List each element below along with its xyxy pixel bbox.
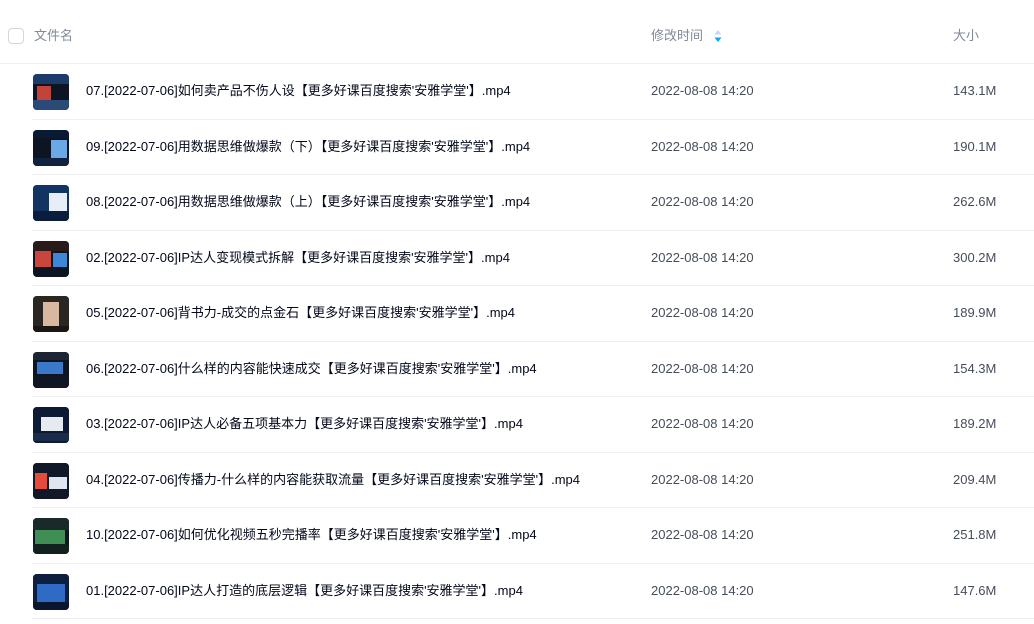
file-name[interactable]: 01.[2022-07-06]IP达人打造的底层逻辑【更多好课百度搜索'安雅学堂…: [86, 582, 523, 600]
file-modified-time: 2022-08-08 14:20: [651, 249, 754, 265]
file-modified-time: 2022-08-08 14:20: [651, 471, 754, 487]
file-size: 189.9M: [953, 305, 997, 320]
file-row[interactable]: 10.[2022-07-06]如何优化视频五秒完播率【更多好课百度搜索'安雅学堂…: [32, 508, 1034, 564]
file-size: 147.6M: [953, 582, 997, 598]
file-modified-time: 2022-08-08 14:20: [651, 582, 754, 598]
file-modified-time: 2022-08-08 14:20: [651, 360, 754, 376]
file-modified-time: 2022-08-08 14:20: [651, 305, 754, 320]
column-header-name[interactable]: 文件名: [34, 27, 73, 45]
select-all-checkbox[interactable]: [8, 28, 24, 44]
file-name[interactable]: 06.[2022-07-06]什么样的内容能快速成交【更多好课百度搜索'安雅学堂…: [86, 360, 537, 378]
file-size: 143.1M: [953, 83, 997, 98]
file-size: 154.3M: [953, 360, 997, 376]
file-size: 300.2M: [953, 249, 997, 265]
video-thumbnail-icon: [33, 407, 69, 443]
sort-desc-icon[interactable]: [713, 28, 723, 44]
file-name[interactable]: 08.[2022-07-06]用数据思维做爆款（上）【更多好课百度搜索'安雅学堂…: [86, 193, 530, 211]
file-row[interactable]: 01.[2022-07-06]IP达人打造的底层逻辑【更多好课百度搜索'安雅学堂…: [32, 564, 1034, 619]
file-size: 251.8M: [953, 527, 997, 542]
file-modified-time: 2022-08-08 14:20: [651, 416, 754, 431]
file-list: 文件名 修改时间 大小 07.[2022-07-06]如何卖产品不伤人设【更多好…: [0, 0, 1034, 624]
file-size: 190.1M: [953, 138, 997, 154]
list-header: 文件名 修改时间 大小: [0, 0, 1034, 64]
file-modified-time: 2022-08-08 14:20: [651, 83, 754, 98]
column-header-size[interactable]: 大小: [953, 27, 979, 45]
file-name[interactable]: 03.[2022-07-06]IP达人必备五项基本力【更多好课百度搜索'安雅学堂…: [86, 415, 523, 433]
file-name[interactable]: 10.[2022-07-06]如何优化视频五秒完播率【更多好课百度搜索'安雅学堂…: [86, 526, 537, 544]
video-thumbnail-icon: [33, 185, 69, 221]
file-modified-time: 2022-08-08 14:20: [651, 194, 754, 209]
file-size: 189.2M: [953, 416, 997, 431]
file-row[interactable]: 04.[2022-07-06]传播力-什么样的内容能获取流量【更多好课百度搜索'…: [32, 453, 1034, 508]
file-row[interactable]: 09.[2022-07-06]用数据思维做爆款（下）【更多好课百度搜索'安雅学堂…: [32, 120, 1034, 175]
video-thumbnail-icon: [33, 573, 69, 610]
file-row[interactable]: 03.[2022-07-06]IP达人必备五项基本力【更多好课百度搜索'安雅学堂…: [32, 397, 1034, 453]
video-thumbnail-icon: [33, 74, 69, 110]
file-row[interactable]: 08.[2022-07-06]用数据思维做爆款（上）【更多好课百度搜索'安雅学堂…: [32, 175, 1034, 231]
file-row[interactable]: 07.[2022-07-06]如何卖产品不伤人设【更多好课百度搜索'安雅学堂'】…: [32, 64, 1034, 120]
video-thumbnail-icon: [33, 462, 69, 499]
file-name[interactable]: 05.[2022-07-06]背书力-成交的点金石【更多好课百度搜索'安雅学堂'…: [86, 304, 515, 322]
video-thumbnail-icon: [33, 351, 69, 388]
file-name[interactable]: 09.[2022-07-06]用数据思维做爆款（下）【更多好课百度搜索'安雅学堂…: [86, 138, 530, 156]
file-row[interactable]: 06.[2022-07-06]什么样的内容能快速成交【更多好课百度搜索'安雅学堂…: [32, 342, 1034, 397]
file-row[interactable]: 02.[2022-07-06]IP达人变现模式拆解【更多好课百度搜索'安雅学堂'…: [32, 231, 1034, 286]
video-thumbnail-icon: [33, 296, 69, 332]
video-thumbnail-icon: [33, 518, 69, 554]
file-modified-time: 2022-08-08 14:20: [651, 138, 754, 154]
file-size: 262.6M: [953, 194, 997, 209]
file-row[interactable]: 05.[2022-07-06]背书力-成交的点金石【更多好课百度搜索'安雅学堂'…: [32, 286, 1034, 342]
file-name[interactable]: 02.[2022-07-06]IP达人变现模式拆解【更多好课百度搜索'安雅学堂'…: [86, 249, 510, 267]
file-name[interactable]: 04.[2022-07-06]传播力-什么样的内容能获取流量【更多好课百度搜索'…: [86, 471, 580, 489]
file-size: 209.4M: [953, 471, 997, 487]
column-header-mtime[interactable]: 修改时间: [651, 27, 703, 45]
video-thumbnail-icon: [33, 240, 69, 277]
video-thumbnail-icon: [33, 129, 69, 166]
file-name[interactable]: 07.[2022-07-06]如何卖产品不伤人设【更多好课百度搜索'安雅学堂'】…: [86, 82, 511, 100]
file-modified-time: 2022-08-08 14:20: [651, 527, 754, 542]
